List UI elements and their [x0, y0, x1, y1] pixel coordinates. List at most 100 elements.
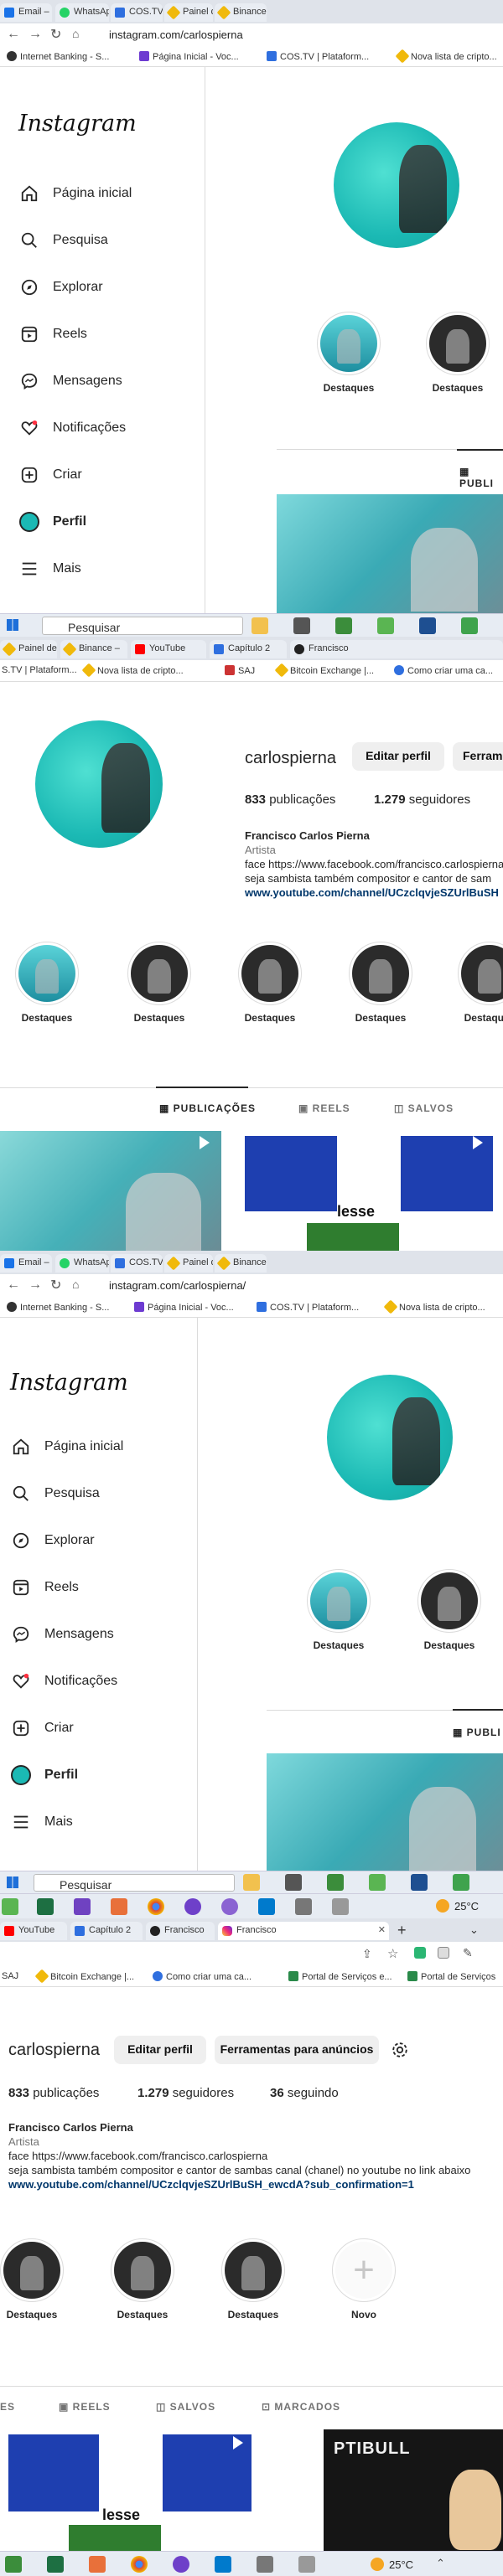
highlight-item[interactable]: Destaques — [423, 312, 493, 394]
chevron-down-icon[interactable]: ⌄ — [469, 1923, 479, 1937]
app-icon[interactable] — [327, 1874, 344, 1891]
bookmark-item[interactable]: Internet Banking - S... — [7, 51, 109, 62]
post-thumbnail[interactable]: PTIBULL — [324, 2429, 503, 2552]
tab-tagged[interactable]: ⊡ MARCADOS — [262, 2401, 340, 2413]
bio-link[interactable]: www.youtube.com/channel/UCzclqvjeSZUrlBu… — [8, 2178, 414, 2191]
highlight-item[interactable]: Destaques — [12, 942, 82, 1024]
bookmark-item[interactable]: Nova lista de cripto... — [383, 1299, 485, 1314]
tab-cos-tv[interactable]: COS.TV | C — [111, 3, 163, 22]
tab-youtube[interactable]: YouTube — [0, 1922, 67, 1940]
windows-start-icon[interactable] — [7, 619, 18, 631]
forward-arrow-icon[interactable]: → — [29, 27, 42, 42]
nav-reels[interactable]: Reels — [10, 1575, 79, 1600]
highlight-item[interactable]: Destaques — [235, 942, 305, 1024]
profile-avatar[interactable] — [327, 1375, 453, 1500]
nav-profile[interactable]: Perfil — [18, 509, 86, 534]
app-icon[interactable] — [332, 1898, 349, 1915]
reload-icon[interactable]: ↻ — [50, 26, 61, 43]
star-icon[interactable]: ☆ — [387, 1946, 398, 1961]
nav-notifications[interactable]: Notificações — [10, 1669, 117, 1694]
highlight-item[interactable]: Destaques — [314, 312, 384, 394]
profile-avatar[interactable] — [35, 720, 163, 848]
app-icon[interactable] — [369, 1874, 386, 1891]
tab-publications[interactable]: ES — [0, 2401, 15, 2413]
bookmark-item[interactable]: Página Inicial - Voc... — [139, 51, 239, 62]
app-icon[interactable] — [74, 1898, 91, 1915]
nav-search[interactable]: Pesquisa — [18, 228, 108, 253]
url-field[interactable]: instagram.com/carlospierna/ — [109, 1279, 246, 1292]
app-icon[interactable] — [377, 617, 394, 634]
reload-icon[interactable]: ↻ — [50, 1277, 61, 1293]
nav-messages[interactable]: Mensagens — [18, 369, 122, 394]
app-icon[interactable] — [2, 1898, 18, 1915]
post-thumbnail[interactable] — [267, 1753, 503, 1871]
vscode-icon[interactable] — [258, 1898, 275, 1915]
temperature[interactable]: 25°C — [454, 1900, 479, 1913]
temperature[interactable]: 25°C — [389, 2558, 413, 2571]
windows-start-icon[interactable] — [7, 1877, 18, 1888]
app-icon[interactable] — [411, 1874, 428, 1891]
app-icon[interactable] — [221, 1898, 238, 1915]
app-icon[interactable] — [335, 617, 352, 634]
post-thumbnail[interactable] — [0, 1131, 221, 1251]
puzzle-icon[interactable]: ✎ — [463, 1946, 473, 1960]
posts-stat[interactable]: 833 publicações — [245, 792, 335, 807]
highlight-item[interactable]: Destaques — [107, 2238, 178, 2320]
bookmark-item[interactable]: Bitcoin Exchange |... — [274, 663, 374, 678]
highlight-item[interactable]: Destaques — [414, 1569, 485, 1651]
post-thumbnail[interactable]: lesse — [0, 2429, 252, 2552]
chevron-up-icon[interactable]: ⌃ — [436, 2557, 445, 2570]
bookmark-item[interactable]: Internet Banking - S... — [7, 1302, 109, 1313]
nav-create[interactable]: Criar — [18, 462, 82, 488]
highlight-item[interactable]: Destaques — [218, 2238, 288, 2320]
bookmark-item[interactable]: COS.TV | Plataform... — [267, 51, 369, 62]
bookmark-item[interactable]: COS.TV | Plataform... — [257, 1302, 359, 1313]
extension-icon[interactable] — [438, 1947, 449, 1959]
app-icon[interactable] — [295, 1898, 312, 1915]
nav-reels[interactable]: Reels — [18, 322, 87, 347]
nav-home[interactable]: Página inicial — [18, 181, 132, 206]
task-view-icon[interactable] — [293, 617, 310, 634]
highlight-item[interactable]: Destaques — [124, 942, 194, 1024]
share-icon[interactable]: ⇪ — [362, 1947, 372, 1961]
bookmark-item[interactable]: SAJ — [2, 1971, 18, 1981]
app-icon[interactable] — [453, 1874, 469, 1891]
bookmark-item[interactable]: Bitcoin Exchange |... — [34, 1969, 134, 1984]
tab-francisco-instagram[interactable]: Francisco ✕ — [218, 1922, 389, 1940]
new-tab-button[interactable]: + — [397, 1922, 407, 1939]
task-view-icon[interactable] — [285, 1874, 302, 1891]
ad-tools-button[interactable]: Ferramentas para anúncios — [215, 2036, 379, 2064]
app-icon[interactable] — [461, 617, 478, 634]
post-thumbnail[interactable] — [277, 494, 503, 613]
tab-publications[interactable]: ▦ PUBLICAÇÕES — [159, 1102, 256, 1114]
url-field[interactable]: instagram.com/carlospierna — [109, 28, 243, 41]
tab-francisco[interactable]: Francisco — [290, 640, 503, 658]
nav-explore[interactable]: Explorar — [10, 1528, 95, 1553]
new-highlight-button[interactable]: + Novo — [329, 2238, 399, 2320]
tab-capitulo[interactable]: Capítulo 2 — [210, 640, 287, 658]
post-thumbnail[interactable]: lesse — [245, 1131, 503, 1251]
app-icon[interactable] — [419, 617, 436, 634]
bookmark-item[interactable]: S.TV | Plataform... — [2, 665, 77, 675]
xampp-icon[interactable] — [89, 2556, 106, 2573]
highlight-item[interactable]: Destaques — [345, 942, 416, 1024]
nav-messages[interactable]: Mensagens — [10, 1622, 114, 1647]
tab-saved[interactable]: ◫ SALVOS — [394, 1102, 454, 1114]
xampp-icon[interactable] — [111, 1898, 127, 1915]
chrome-icon[interactable] — [148, 1898, 164, 1915]
nav-notifications[interactable]: Notificações — [18, 416, 126, 441]
home-icon[interactable]: ⌂ — [72, 1278, 79, 1291]
tab-email[interactable]: Email – Fl — [0, 1254, 52, 1273]
settings-gear-icon[interactable] — [391, 2041, 409, 2063]
back-arrow-icon[interactable]: ← — [7, 1278, 20, 1293]
bookmark-item[interactable]: Como criar uma ca... — [394, 665, 493, 676]
tab-painel[interactable]: Painel de — [0, 640, 57, 658]
home-icon[interactable]: ⌂ — [72, 27, 79, 40]
excel-icon[interactable] — [37, 1898, 54, 1915]
nav-create[interactable]: Criar — [10, 1716, 74, 1741]
nav-profile[interactable]: Perfil — [10, 1763, 78, 1788]
edit-profile-button[interactable]: Editar perfil — [114, 2036, 206, 2064]
posts-stat[interactable]: 833 publicações — [8, 2086, 99, 2100]
tab-whatsapp[interactable]: WhatsApp — [55, 3, 109, 22]
nav-explore[interactable]: Explorar — [18, 275, 103, 300]
